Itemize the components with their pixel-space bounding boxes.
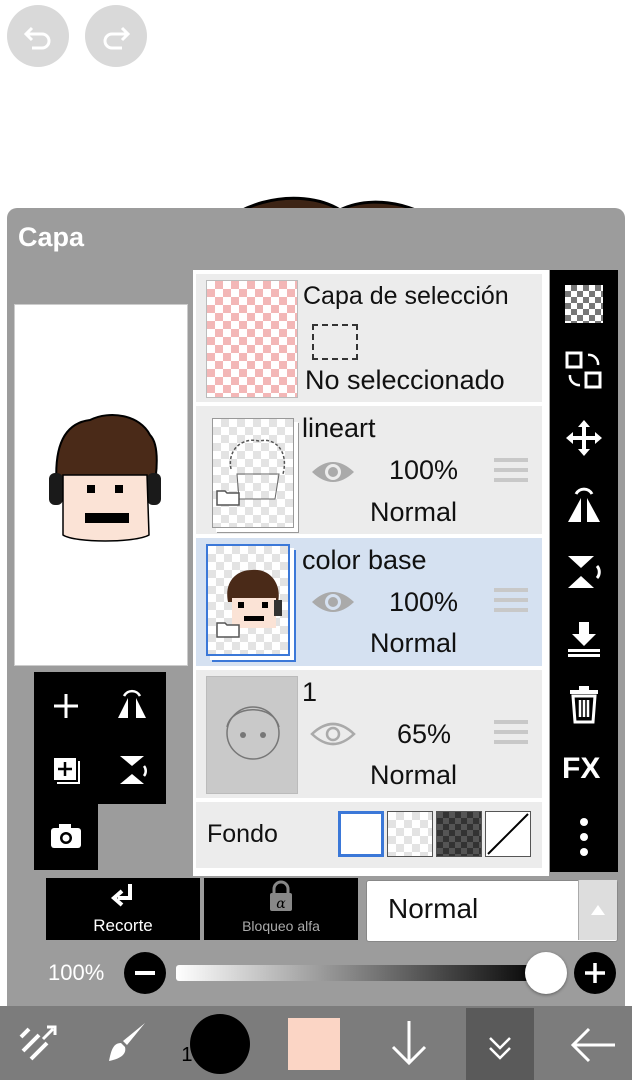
selection-layer-title: Capa de selección bbox=[303, 282, 509, 310]
background-white-swatch[interactable] bbox=[338, 811, 384, 857]
layers-panel-toggle-button[interactable] bbox=[466, 1008, 534, 1080]
background-none-swatch[interactable] bbox=[485, 811, 531, 857]
blend-mode-value: Normal bbox=[388, 893, 479, 924]
layer-name: lineart bbox=[302, 413, 376, 443]
layer-thumbnail bbox=[212, 418, 294, 528]
fx-button[interactable]: FX bbox=[562, 752, 600, 786]
layer-blend-mode: Normal bbox=[370, 760, 458, 790]
clipping-label: Recorte bbox=[93, 916, 153, 935]
delete-layer-button[interactable] bbox=[562, 682, 606, 726]
opacity-decrease-button[interactable] bbox=[124, 952, 166, 994]
layer-opacity: 100% bbox=[389, 455, 459, 485]
plus-icon bbox=[585, 963, 605, 983]
current-color-swatch[interactable] bbox=[288, 1018, 340, 1070]
layer-down-button[interactable] bbox=[382, 1016, 436, 1070]
opacity-increase-button[interactable] bbox=[574, 952, 616, 994]
undo-icon bbox=[23, 26, 51, 50]
arrow-left-icon bbox=[570, 1027, 615, 1063]
flip-vertical-icon bbox=[568, 556, 601, 588]
layer-opacity: 65% bbox=[397, 719, 452, 749]
add-layer-button[interactable] bbox=[44, 684, 88, 728]
layer-name: 1 bbox=[302, 677, 318, 707]
visibility-toggle[interactable] bbox=[310, 588, 356, 621]
merge-down-icon bbox=[568, 622, 600, 657]
eye-icon bbox=[312, 592, 354, 612]
brush-tool-button[interactable] bbox=[100, 1016, 154, 1070]
more-vertical-icon bbox=[580, 818, 588, 856]
flip-horizontal-icon bbox=[118, 689, 146, 718]
sketch-thumbnail-image bbox=[226, 706, 280, 760]
layer-thumbnail bbox=[206, 676, 298, 794]
character-preview-image bbox=[49, 414, 161, 542]
swap-layer-button[interactable] bbox=[562, 346, 606, 394]
alpha-lock-label: Bloqueo alfa bbox=[242, 918, 320, 934]
camera-button[interactable] bbox=[44, 814, 88, 858]
opacity-slider-track[interactable] bbox=[176, 965, 546, 981]
background-transparent-swatch[interactable] bbox=[387, 811, 433, 857]
duplicate-layer-button[interactable] bbox=[44, 748, 88, 792]
layer-thumbnail bbox=[206, 544, 290, 656]
selection-layer-status: No seleccionado bbox=[305, 365, 505, 395]
trash-icon bbox=[570, 686, 598, 724]
arrow-down-icon bbox=[391, 1021, 427, 1066]
svg-text:α: α bbox=[276, 896, 286, 912]
blend-mode-dropdown-toggle[interactable] bbox=[578, 880, 617, 940]
redo-icon bbox=[103, 26, 131, 50]
flip-layer-horizontal-button[interactable] bbox=[110, 684, 154, 728]
minus-icon bbox=[135, 971, 155, 975]
camera-icon bbox=[51, 824, 81, 848]
brush-size-value: 1000.0 bbox=[181, 1044, 243, 1066]
background-label: Fondo bbox=[207, 820, 278, 848]
checker-icon bbox=[565, 285, 603, 323]
add-copy-icon bbox=[54, 758, 80, 784]
panel-title: Capa bbox=[18, 222, 85, 252]
flip-layer-vertical-button[interactable] bbox=[110, 748, 154, 792]
transparency-button[interactable] bbox=[562, 282, 606, 326]
brush-icon bbox=[109, 1023, 145, 1061]
triangle-up-icon bbox=[591, 905, 605, 915]
flip-horizontal-button[interactable] bbox=[562, 482, 606, 528]
selection-layer-thumbnail bbox=[206, 280, 298, 398]
move-layer-button[interactable] bbox=[562, 416, 606, 460]
flip-vertical-button[interactable] bbox=[562, 550, 606, 594]
canvas-preview[interactable] bbox=[14, 304, 188, 666]
lock-icon: α bbox=[266, 880, 296, 917]
layer-name: color base bbox=[302, 545, 427, 575]
layer-blend-mode: Normal bbox=[370, 497, 458, 527]
opacity-slider-thumb[interactable] bbox=[525, 952, 567, 994]
double-chevron-down-icon bbox=[489, 1037, 511, 1060]
visibility-toggle[interactable] bbox=[310, 720, 356, 753]
plus-icon bbox=[54, 694, 78, 718]
flip-horizontal-icon bbox=[568, 487, 600, 522]
background-dark-checker-swatch[interactable] bbox=[436, 811, 482, 857]
opacity-percent: 100% bbox=[48, 960, 105, 985]
selection-marquee-icon bbox=[312, 324, 358, 360]
redo-button[interactable] bbox=[85, 5, 147, 67]
swap-icon bbox=[565, 351, 602, 389]
eye-icon bbox=[312, 462, 354, 482]
back-button[interactable] bbox=[566, 1018, 620, 1072]
eye-outline-icon bbox=[310, 722, 356, 746]
more-options-button[interactable] bbox=[562, 812, 606, 862]
clipping-arrow-icon bbox=[110, 882, 138, 915]
folder-icon bbox=[216, 488, 240, 506]
merge-down-button[interactable] bbox=[562, 616, 606, 660]
layer-opacity: 100% bbox=[389, 587, 459, 617]
transform-icon bbox=[19, 1025, 57, 1061]
layer-blend-mode: Normal bbox=[370, 628, 458, 658]
flip-vertical-icon bbox=[120, 756, 147, 784]
move-arrows-icon bbox=[566, 420, 602, 456]
folder-icon bbox=[216, 620, 240, 638]
visibility-toggle[interactable] bbox=[310, 458, 356, 491]
lineart-thumbnail-image bbox=[229, 439, 286, 500]
transform-tool-button[interactable] bbox=[14, 1018, 64, 1068]
undo-button[interactable] bbox=[7, 5, 69, 67]
